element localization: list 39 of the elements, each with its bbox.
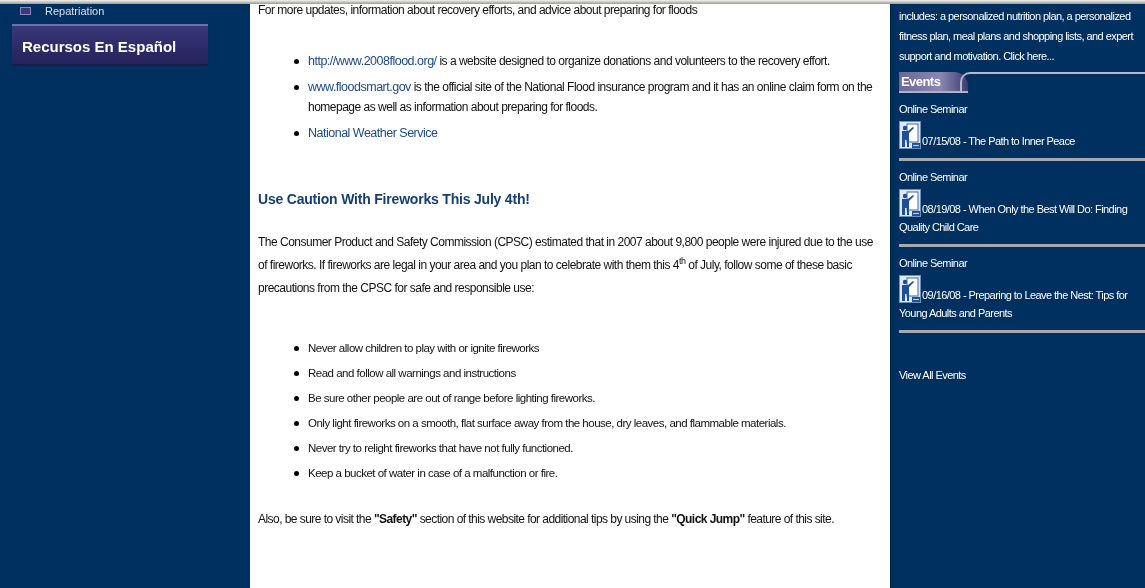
spanish-resources-button[interactable]: Recursos En Español	[12, 24, 208, 66]
nav-link[interactable]: Repatriation	[45, 5, 105, 17]
link[interactable]: http://www.2008flood.org/	[308, 54, 437, 68]
list-item-text: Never try to relight fireworks that have not fully functioned.	[308, 441, 573, 456]
list-item-text: Read and follow all warnings and instructions	[308, 366, 516, 381]
bullet-icon	[294, 131, 299, 136]
bullet-icon	[294, 59, 299, 64]
list-item-text: www.floodsmart.gov is the official site of the National Flood insurance program and it has an online claim form on the homepage as well as information about preparing for floods.	[308, 79, 874, 116]
list-item-text: http://www.2008flood.org/ is a website designed to organize donations and volunteers to the recovery effort.	[308, 53, 830, 70]
event-link[interactable]: 07/15/08 - The Path to Inner Peace	[899, 121, 1141, 150]
section-heading: Use Caution With Fireworks This July 4th!	[258, 191, 531, 207]
promo-text[interactable]: includes: a personalized nutrition plan, a personalized fitness plan, meal plans and shopping lists, and expert support and motivation. Click here...	[899, 6, 1141, 66]
list-item-text: Never allow children to play with or ignite fireworks	[308, 341, 540, 356]
presenter-icon	[899, 121, 921, 149]
event-link[interactable]: 09/16/08 - Preparing to Leave the Nest: Tips for Young Adults and Parents	[899, 275, 1141, 322]
list-item-text: Be sure other people are out of range before lighting fireworks.	[308, 391, 595, 406]
square-icon	[20, 7, 31, 15]
intro-text: For more updates, information about recovery efforts, and advice about preparing for floods	[258, 4, 699, 17]
bullet-icon	[294, 396, 299, 401]
paragraph: The Consumer Product and Safety Commission (CPSC) estimated that in 2007 about 9,800 people were injured due to the use of fireworks. If fireworks are legal in your area and you plan to celebrate with them this 4$^{th}$ of July, follow some of these basic precautions from the CPSC for safe and responsible use:	[258, 234, 874, 297]
list-item-text: Only light fireworks on a smooth, flat surface away from the house, dry leaves, and flammable materials.	[308, 416, 786, 431]
link[interactable]: www.floodsmart.gov	[308, 80, 411, 94]
events-header: Events	[899, 72, 969, 93]
bullet-icon	[294, 346, 299, 351]
bullet-icon	[294, 85, 299, 90]
presenter-icon	[899, 189, 921, 217]
event-type: Online Seminar	[899, 102, 969, 117]
link[interactable]: National Weather Service	[308, 126, 438, 140]
event-type: Online Seminar	[899, 256, 969, 271]
presenter-icon	[899, 275, 921, 303]
event-type: Online Seminar	[899, 170, 969, 185]
closing-paragraph: Also, be sure to visit the "Safety" section of this website for additional tips by using the "Quick Jump" feature of this site.	[258, 512, 835, 526]
bullet-icon	[294, 421, 299, 426]
list-item-text: Keep a bucket of water in case of a malfunction or fire.	[308, 466, 558, 481]
bullet-icon	[294, 446, 299, 451]
view-all-events-link[interactable]: View All Events	[899, 369, 966, 381]
event-link[interactable]: 08/19/08 - When Only the Best Will Do: Finding Quality Child Care	[899, 189, 1141, 236]
bullet-icon	[294, 371, 299, 376]
bullet-icon	[294, 471, 299, 476]
